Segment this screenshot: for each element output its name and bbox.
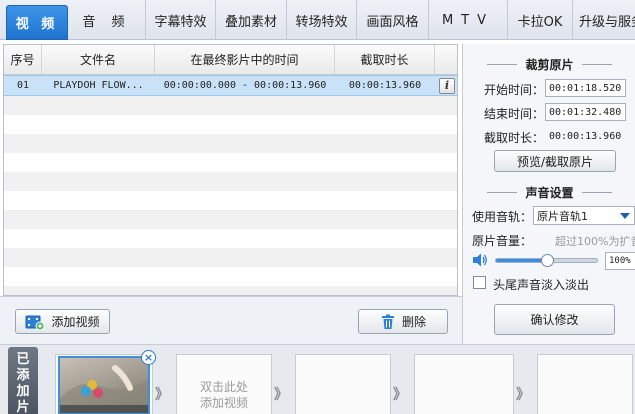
empty-row <box>4 229 457 248</box>
preview-crop-button[interactable]: 预览/截取原片 <box>494 150 616 172</box>
audio-track-label: 使用音轨： <box>472 210 533 224</box>
added-clips-label: 已 添 加 片 段 <box>8 347 38 414</box>
table-body: 01 PLAYDOH FLOW... 00:00:00.000 - 00:00:… <box>4 75 457 295</box>
tab-overlay-material[interactable]: 叠加素材 <box>216 0 287 40</box>
clip-thumbnail[interactable] <box>58 356 150 414</box>
audio-track-select[interactable]: 原片音轨1 <box>533 206 635 225</box>
empty-row <box>4 248 457 267</box>
audio-section-title: 声音设置 <box>463 184 635 201</box>
header-extra <box>435 45 457 74</box>
dropdown-arrow-icon <box>620 213 630 219</box>
main-tab-bar: 视 频 音 频 字幕特效 叠加素材 转场特效 画面风格 MTV 卡拉OK 升级与… <box>0 0 635 40</box>
audio-title-text: 声音设置 <box>525 186 574 200</box>
chevron-right-icon: 》 <box>516 387 530 403</box>
tab-picture-style[interactable]: 画面风格 <box>357 0 429 40</box>
volume-value-field[interactable]: 100% <box>605 252 635 270</box>
chevron-right-icon: 》 <box>274 387 288 403</box>
trash-icon <box>380 314 396 330</box>
empty-row <box>4 115 457 134</box>
empty-row <box>4 267 457 286</box>
fade-label: 头尾声音淡入淡出 <box>493 278 590 292</box>
empty-row <box>4 191 457 210</box>
empty-clip-slot[interactable] <box>414 354 514 414</box>
end-time-label: 结束时间： <box>484 107 545 121</box>
crop-duration-label: 截取时长： <box>484 131 545 145</box>
end-time-field[interactable]: 00:01:32.480 <box>545 103 626 121</box>
start-time-field[interactable]: 00:01:18.520 <box>545 79 626 97</box>
film-add-icon <box>25 314 45 330</box>
header-filename[interactable]: 文件名 <box>42 45 155 74</box>
delete-button[interactable]: 删除 <box>358 309 448 334</box>
crop-section-title: 裁剪原片 <box>463 56 635 73</box>
added-clips-label-char: 添 <box>16 368 30 383</box>
add-video-label: 添加视频 <box>51 315 100 329</box>
crop-duration-value: 00:00:13.960 <box>549 130 622 142</box>
chevron-right-icon: 》 <box>393 387 407 403</box>
row-index: 01 <box>16 80 30 91</box>
add-hint-line: 双击此处 <box>199 380 248 394</box>
header-clip-duration[interactable]: 截取时长 <box>335 45 435 74</box>
added-clips-label-char: 加 <box>16 384 30 399</box>
row-time-range: 00:00:00.000 - 00:00:13.960 <box>163 80 327 91</box>
added-clips-label-char: 片 <box>16 400 30 414</box>
header-index[interactable]: 序号 <box>4 45 42 74</box>
volume-hint: 超过100%为扩音 <box>555 235 635 248</box>
tab-upgrade-service[interactable]: 升级与服务 <box>573 0 635 40</box>
empty-clip-slot[interactable] <box>295 354 391 414</box>
table-row[interactable]: 01 PLAYDOH FLOW... 00:00:00.000 - 00:00:… <box>4 75 457 96</box>
start-time-label: 开始时间： <box>484 83 545 97</box>
tab-video[interactable]: 视 频 <box>6 5 68 40</box>
crop-title-text: 裁剪原片 <box>525 58 574 72</box>
empty-row <box>4 96 457 115</box>
table-header: 序号 文件名 在最终影片中的时间 截取时长 <box>4 45 457 75</box>
empty-row <box>4 153 457 172</box>
tab-subtitle-effects[interactable]: 字幕特效 <box>146 0 216 40</box>
double-click-add-hint: 双击此处 添加视频 <box>178 379 270 411</box>
empty-row <box>4 286 457 295</box>
clip-toolbar: 添加视频 删除 <box>0 296 462 344</box>
added-clips-label-char: 已 <box>16 352 30 367</box>
tab-karaoke[interactable]: 卡拉OK <box>508 0 573 40</box>
audio-track-value: 原片音轨1 <box>537 209 588 223</box>
chevron-right-icon: 》 <box>155 387 169 403</box>
volume-slider-thumb[interactable] <box>540 254 554 267</box>
row-duration: 00:00:13.960 <box>348 80 422 91</box>
tab-mtv[interactable]: MTV <box>429 0 508 40</box>
confirm-changes-button[interactable]: 确认修改 <box>494 304 615 335</box>
info-icon[interactable]: i <box>439 77 455 94</box>
tab-audio[interactable]: 音 频 <box>68 0 146 40</box>
tab-transition-effects[interactable]: 转场特效 <box>287 0 357 40</box>
row-info-cell: i <box>435 76 457 95</box>
settings-panel: 裁剪原片 开始时间： 00:01:18.520 结束时间： 00:01:32.4… <box>462 44 635 344</box>
volume-label: 原片音量： <box>472 234 533 248</box>
speaker-icon[interactable] <box>472 253 488 270</box>
volume-slider[interactable] <box>495 254 598 267</box>
clip-table: 序号 文件名 在最终影片中的时间 截取时长 01 PLAYDOH FLOW...… <box>3 44 458 296</box>
fade-checkbox[interactable] <box>473 276 486 289</box>
header-time-in-final-movie[interactable]: 在最终影片中的时间 <box>155 45 335 74</box>
delete-label: 删除 <box>401 315 426 329</box>
added-clips-strip: 已 添 加 片 段 × 》 双击此处 添加视频 》 》 》 <box>0 344 635 414</box>
empty-clip-slot[interactable] <box>537 354 633 414</box>
add-video-button[interactable]: 添加视频 <box>15 309 110 334</box>
empty-row <box>4 210 457 229</box>
volume-slider-fill <box>496 259 547 262</box>
empty-row <box>4 172 457 191</box>
row-filename: PLAYDOH FLOW... <box>53 80 144 91</box>
add-hint-line: 添加视频 <box>199 396 248 410</box>
empty-row <box>4 134 457 153</box>
remove-clip-icon[interactable]: × <box>141 350 156 365</box>
